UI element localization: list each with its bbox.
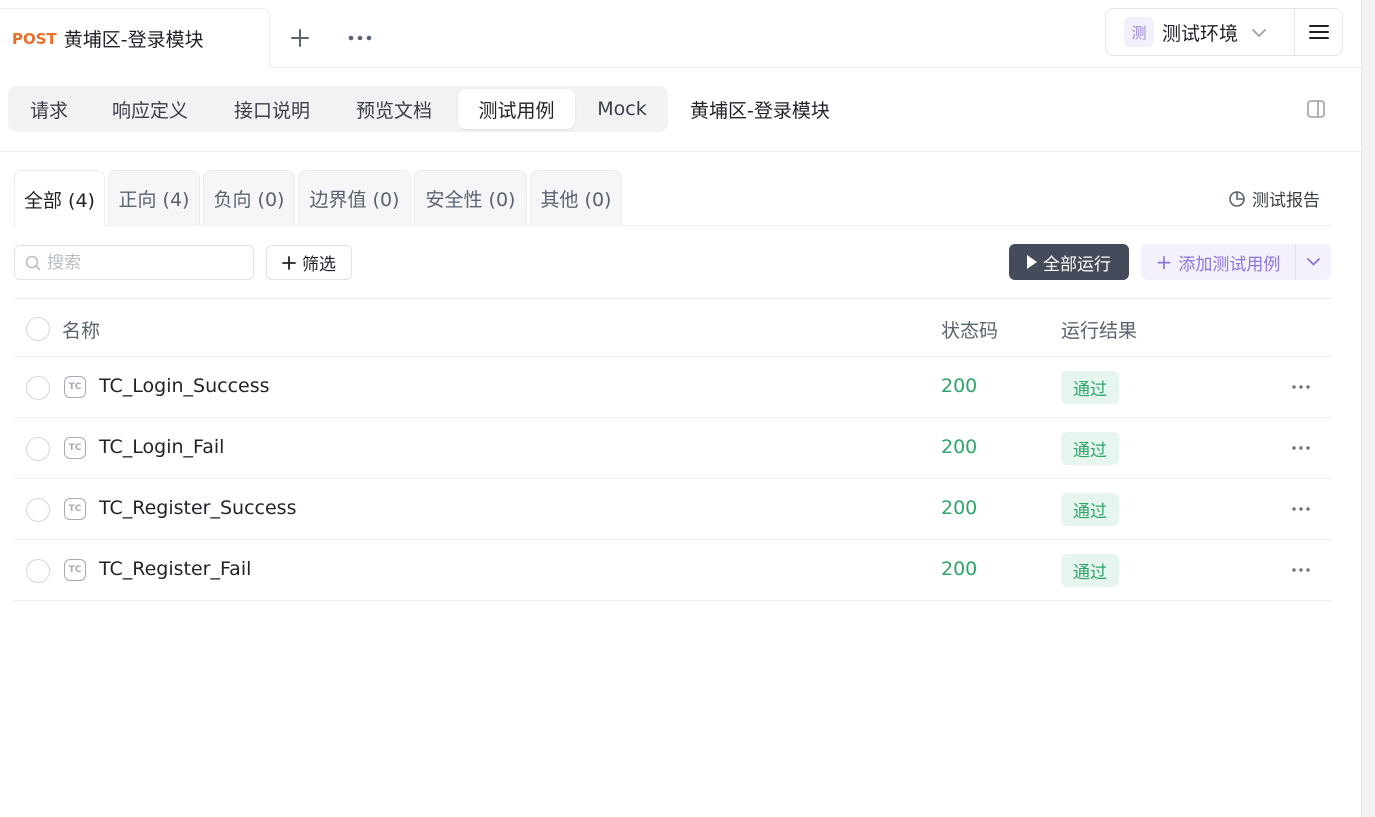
- ellipsis-icon[interactable]: [1286, 434, 1316, 462]
- api-tabs-row: 请求 响应定义 接口说明 预览文档 测试用例 Mock 黄埔区-登录模块: [0, 68, 1361, 152]
- chevron-down-icon: [1252, 23, 1266, 42]
- case-category-tabs: 全部 (4) 正向 (4) 负向 (0) 边界值 (0) 安全性 (0) 其他 …: [14, 170, 1332, 227]
- add-test-case-label: 添加测试用例: [1178, 254, 1281, 275]
- table-row[interactable]: TC TC_Login_Fail 200 通过: [14, 418, 1332, 479]
- window-right-edge: [1361, 0, 1375, 817]
- side-panel-icon[interactable]: [1305, 98, 1327, 120]
- table-row[interactable]: TC TC_Login_Success 200 通过: [14, 357, 1332, 418]
- tab-test-cases[interactable]: 测试用例: [458, 89, 575, 129]
- category-tab-all[interactable]: 全部 (4): [14, 170, 105, 227]
- case-name[interactable]: TC_Register_Success: [99, 497, 296, 519]
- result-badge: 通过: [1061, 432, 1119, 465]
- status-code: 200: [941, 436, 978, 458]
- environment-switcher: 测 测试环境: [1105, 8, 1343, 56]
- ellipsis-icon[interactable]: [344, 22, 376, 54]
- top-tab-bar: POST 黄埔区-登录模块 测 测试环境: [0, 0, 1361, 68]
- play-icon: [1027, 255, 1037, 269]
- doc-tab[interactable]: POST 黄埔区-登录模块: [0, 8, 270, 68]
- environment-select[interactable]: 测 测试环境: [1106, 9, 1295, 55]
- header-name: 名称: [62, 320, 101, 342]
- method-badge: POST: [12, 29, 57, 48]
- hamburger-menu-icon[interactable]: [1295, 9, 1342, 55]
- case-name[interactable]: TC_Login_Fail: [99, 436, 224, 458]
- case-name[interactable]: TC_Register_Fail: [99, 558, 251, 580]
- category-tab-security[interactable]: 安全性 (0): [414, 170, 527, 226]
- tab-api-description[interactable]: 接口说明: [220, 89, 324, 129]
- header-run-result: 运行结果: [1061, 320, 1138, 342]
- table-row[interactable]: TC TC_Register_Success 200 通过: [14, 479, 1332, 540]
- doc-tab-title: 黄埔区-登录模块: [63, 29, 204, 51]
- header-status-code: 状态码: [941, 320, 999, 342]
- category-tab-negative[interactable]: 负向 (0): [203, 170, 295, 226]
- search-input[interactable]: [47, 252, 237, 273]
- row-checkbox[interactable]: [26, 559, 50, 583]
- run-all-label: 全部运行: [1043, 254, 1111, 275]
- test-report-link[interactable]: 测试报告: [1228, 186, 1320, 211]
- row-checkbox[interactable]: [26, 498, 50, 522]
- test-case-icon: TC: [64, 437, 86, 459]
- result-badge: 通过: [1061, 371, 1119, 404]
- status-code: 200: [941, 375, 978, 397]
- add-test-case-button[interactable]: + 添加测试用例: [1141, 244, 1296, 280]
- row-checkbox[interactable]: [26, 376, 50, 400]
- plus-icon[interactable]: [284, 22, 316, 54]
- status-code: 200: [941, 558, 978, 580]
- table-row[interactable]: TC TC_Register_Fail 200 通过: [14, 540, 1332, 601]
- ellipsis-icon[interactable]: [1286, 373, 1316, 401]
- result-badge: 通过: [1061, 554, 1119, 587]
- ellipsis-icon[interactable]: [1286, 495, 1316, 523]
- category-tab-boundary[interactable]: 边界值 (0): [298, 170, 411, 226]
- status-code: 200: [941, 497, 978, 519]
- result-badge: 通过: [1061, 493, 1119, 526]
- test-case-icon: TC: [64, 498, 86, 520]
- select-all-checkbox[interactable]: [26, 317, 50, 341]
- search-icon: [25, 255, 41, 270]
- chevron-down-icon[interactable]: [1296, 244, 1331, 280]
- tab-request[interactable]: 请求: [14, 89, 84, 129]
- test-report-label: 测试报告: [1252, 191, 1320, 211]
- test-case-table: 名称 状态码 运行结果 TC TC_Login_Success 200 通过 T…: [14, 298, 1332, 601]
- test-case-icon: TC: [64, 376, 86, 398]
- filter-button[interactable]: 筛选: [266, 245, 352, 280]
- tab-preview-docs[interactable]: 预览文档: [342, 89, 446, 129]
- pie-chart-icon: [1229, 190, 1245, 207]
- api-segment-tabs: 请求 响应定义 接口说明 预览文档 测试用例 Mock: [8, 86, 668, 132]
- tab-mock[interactable]: Mock: [586, 89, 658, 129]
- add-test-case-split-button: + 添加测试用例: [1141, 244, 1331, 280]
- test-case-icon: TC: [64, 559, 86, 581]
- env-label: 测试环境: [1162, 22, 1239, 45]
- env-badge: 测: [1124, 17, 1154, 47]
- plus-icon: [282, 255, 296, 270]
- row-checkbox[interactable]: [26, 437, 50, 461]
- category-tab-positive[interactable]: 正向 (4): [108, 170, 200, 226]
- case-name[interactable]: TC_Login_Success: [99, 375, 270, 397]
- table-header: 名称 状态码 运行结果: [14, 298, 1332, 357]
- search-box: [14, 245, 254, 280]
- category-tab-other[interactable]: 其他 (0): [530, 170, 622, 226]
- tab-response-definition[interactable]: 响应定义: [98, 89, 202, 129]
- run-all-button[interactable]: 全部运行: [1009, 244, 1129, 280]
- plus-icon: +: [1155, 250, 1173, 274]
- filter-label: 筛选: [302, 255, 336, 275]
- ellipsis-icon[interactable]: [1286, 556, 1316, 584]
- api-title: 黄埔区-登录模块: [690, 100, 830, 122]
